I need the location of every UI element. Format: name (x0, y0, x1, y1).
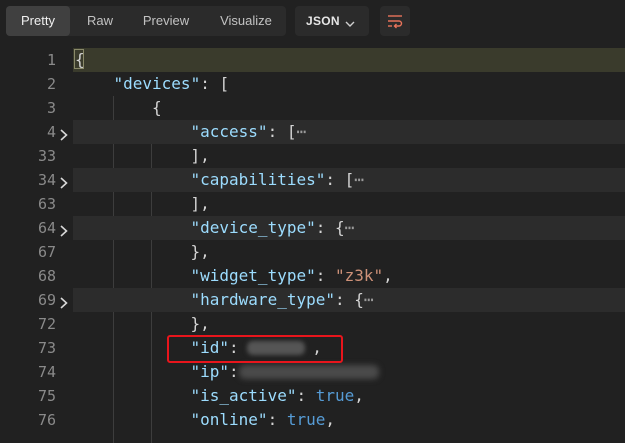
code-text: ], (191, 192, 210, 216)
json-token: : (296, 386, 316, 405)
line-number: 3 (46, 99, 56, 117)
line-highlight (73, 48, 625, 72)
json-token: ], (190, 146, 210, 165)
line-number: 68 (37, 267, 56, 285)
json-token: : { (335, 290, 364, 309)
line-number: 33 (37, 147, 56, 165)
code-line: 64 "device_type": {⋯ (0, 216, 625, 240)
line-number: 72 (37, 315, 56, 333)
json-token: }, (190, 242, 210, 261)
json-token: "z3k" (335, 266, 384, 285)
json-token: , (383, 266, 393, 285)
json-token: : [ (200, 74, 230, 93)
line-number: 75 (37, 387, 56, 405)
chevron-right-icon[interactable] (60, 174, 68, 193)
json-key: "online" (190, 410, 268, 429)
code-text: "hardware_type": {⋯ (191, 288, 374, 312)
json-token: { (75, 50, 85, 69)
collapsed-ellipsis[interactable]: ⋯ (296, 122, 306, 141)
code-line: 2 "devices": [ (0, 72, 625, 96)
wrap-lines-button[interactable] (380, 6, 410, 36)
collapsed-ellipsis[interactable]: ⋯ (364, 290, 374, 309)
json-token: , (325, 410, 335, 429)
json-token: }, (190, 314, 210, 333)
code-text: "widget_type": "z3k", (191, 264, 393, 288)
tab-pretty[interactable]: Pretty (6, 6, 70, 36)
format-select[interactable]: JSON (295, 6, 369, 36)
code-text: ], (191, 144, 210, 168)
code-text: "capabilities": [⋯ (191, 168, 364, 192)
code-line: 34 "capabilities": [⋯ (0, 168, 625, 192)
code-line: 33], (0, 144, 625, 168)
code-line: 68 "widget_type": "z3k", (0, 264, 625, 288)
code-line: 72}, (0, 312, 625, 336)
json-key: "is_active" (190, 386, 297, 405)
format-select-label: JSON (306, 14, 340, 28)
tab-visualize[interactable]: Visualize (210, 6, 282, 36)
json-token: , (354, 386, 364, 405)
json-key: "devices" (113, 74, 201, 93)
chevron-down-icon (345, 17, 355, 31)
line-number: 64 (37, 219, 56, 237)
line-number: 69 (37, 291, 56, 309)
json-token: : [ (267, 122, 297, 141)
highlight-annotation-box (167, 335, 343, 363)
response-toolbar: Pretty Raw Preview Visualize JSON (0, 0, 625, 44)
json-code-editor[interactable]: 1{2 "devices": [3{4 "access": [⋯ 33], 34 "cap… (0, 48, 625, 443)
line-number: 74 (37, 363, 56, 381)
code-text: { (75, 48, 85, 72)
line-number: 34 (37, 171, 56, 189)
code-line: 1{ (0, 48, 625, 72)
code-text: { (152, 96, 162, 120)
code-line: 75 "is_active": true, (0, 384, 625, 408)
tab-raw[interactable]: Raw (76, 6, 124, 36)
json-token: : [ (325, 170, 355, 189)
code-line: 63], (0, 192, 625, 216)
json-token: : (315, 266, 335, 285)
line-number: 76 (37, 411, 56, 429)
code-line: 74 "ip": (0, 360, 625, 384)
json-key: "capabilities" (190, 170, 326, 189)
code-text: }, (191, 240, 210, 264)
json-token: ], (190, 194, 210, 213)
tab-preview[interactable]: Preview (132, 6, 200, 36)
line-number: 73 (37, 339, 56, 357)
code-line: 76 "online": true, (0, 408, 625, 432)
code-text: "devices": [ (114, 72, 230, 96)
json-token: true (286, 410, 326, 429)
code-line: 3{ (0, 96, 625, 120)
line-number: 63 (37, 195, 56, 213)
view-mode-tabs: Pretty Raw Preview Visualize (6, 6, 286, 36)
line-number: 67 (37, 243, 56, 261)
json-key: "ip" (190, 362, 230, 381)
line-highlight (73, 120, 625, 144)
json-token: : { (315, 218, 345, 237)
line-number: 4 (46, 123, 56, 141)
collapsed-ellipsis[interactable]: ⋯ (345, 218, 355, 237)
code-text: }, (191, 312, 210, 336)
code-text: "is_active": true, (191, 384, 364, 408)
json-key: "access" (190, 122, 268, 141)
json-token: { (152, 98, 162, 117)
json-key: "widget_type" (190, 266, 316, 285)
chevron-right-icon[interactable] (60, 222, 68, 241)
code-text: "access": [⋯ (191, 120, 307, 144)
blurred-ip-value (239, 365, 379, 379)
code-text: "device_type": {⋯ (191, 216, 355, 240)
collapsed-ellipsis[interactable]: ⋯ (354, 170, 364, 189)
json-key: "hardware_type" (190, 290, 336, 309)
json-key: "device_type" (190, 218, 316, 237)
code-text: "online": true, (191, 408, 336, 432)
code-line: 4 "access": [⋯ (0, 120, 625, 144)
chevron-right-icon[interactable] (60, 126, 68, 145)
line-number: 1 (46, 51, 56, 69)
chevron-right-icon[interactable] (60, 294, 68, 313)
json-token: true (315, 386, 355, 405)
json-token: : (267, 410, 287, 429)
line-number: 2 (46, 75, 56, 93)
code-line: 67}, (0, 240, 625, 264)
code-line: 69 "hardware_type": {⋯ (0, 288, 625, 312)
